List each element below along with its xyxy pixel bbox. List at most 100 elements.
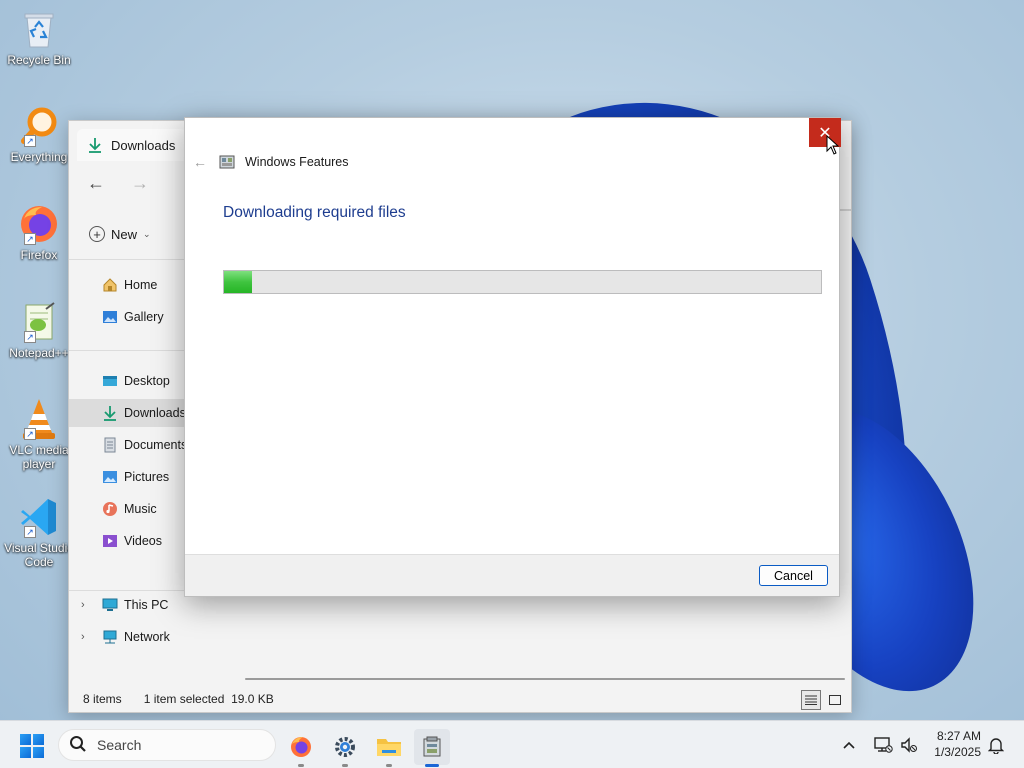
tab-downloads[interactable]: Downloads [77,129,187,161]
active-indicator [425,764,439,767]
toolbar-divider [839,209,851,211]
forward-arrow-icon[interactable]: → [131,173,149,194]
windows-logo-tile [33,747,44,758]
shortcut-arrow-icon: ↗ [24,526,36,538]
navigation-buttons: ← → [87,173,149,194]
chevron-right-icon[interactable]: › [81,599,85,611]
sidebar-label: Downloads [124,406,186,420]
tiles-view-icon[interactable] [825,690,845,710]
sidebar-item-desktop[interactable]: Desktop [69,367,184,395]
taskbar-app-file-explorer[interactable] [371,729,407,767]
new-button[interactable]: + New ⌄ [89,226,151,242]
network-icon [102,629,118,645]
sidebar-label: Network [124,630,170,644]
home-icon [102,277,118,293]
back-arrow-icon[interactable]: ← [87,173,105,194]
chevron-up-icon [843,741,855,749]
clock-date: 1/3/2025 [934,745,981,759]
music-icon [102,501,118,517]
desktop-folder-icon [102,373,118,389]
start-button[interactable] [20,734,44,758]
clock-time: 8:27 AM [936,729,981,743]
desktop-icon-label: Visual Studio Code [4,541,74,569]
desktop-icon-label: Firefox [20,248,58,262]
desktop-icon-everything[interactable]: ↗ Everything [4,105,74,164]
show-hidden-icons-button[interactable] [842,721,856,768]
horizontal-scrollbar[interactable] [245,678,845,680]
sidebar-item-home[interactable]: Home [69,271,184,299]
mouse-pointer-icon [826,134,840,158]
desktop-icon-label: Notepad++ [9,346,69,360]
taskbar-clock[interactable]: 8:27 AM 1/3/2025 [934,728,981,760]
desktop-icon-recycle-bin[interactable]: Recycle Bin [4,8,74,67]
windows-logo-icon [20,734,31,745]
desktop-icon-firefox[interactable]: ↗ Firefox [4,203,74,262]
sidebar-item-videos[interactable]: Videos [69,527,184,555]
chevron-down-icon: ⌄ [143,228,151,239]
sidebar-item-pictures[interactable]: Pictures [69,463,184,491]
network-disconnected-icon [874,737,893,753]
taskbar: Search 8:27 AM 1/3/2025 [0,720,1024,768]
network-status-button[interactable] [873,721,893,768]
taskbar-app-firefox[interactable] [283,729,319,767]
dialog-footer: Cancel [185,554,839,596]
running-indicator [342,764,348,767]
taskbar-search-box[interactable]: Search [58,729,276,761]
file-explorer-icon [377,739,401,756]
sidebar-label: This PC [124,598,169,612]
selection-size: 19.0 KB [231,692,274,706]
details-view-icon[interactable] [801,690,821,710]
windows-logo-tile [33,734,44,745]
everything-search-icon: ↗ [18,105,60,147]
sidebar-label: Videos [124,534,162,548]
vscode-icon: ↗ [18,496,60,538]
sidebar-item-network[interactable]: › Network [69,623,184,651]
windows-features-icon [423,736,441,757]
search-icon [69,735,87,756]
videos-icon [102,533,118,549]
desktop-icon-label: VLC media player [9,443,69,471]
sidebar-label: Documents [124,438,188,452]
chevron-right-icon[interactable]: › [81,631,85,643]
plus-icon: + [89,226,105,242]
shortcut-arrow-icon: ↗ [24,428,36,440]
documents-icon [102,437,118,453]
desktop-icon-notepad-plus-plus[interactable]: ↗ Notepad++ [4,301,74,360]
desktop-icon-vscode[interactable]: ↗ Visual Studio Code [4,496,74,569]
downloads-icon [102,405,118,421]
sidebar-label: Home [124,278,158,292]
gallery-icon [102,309,118,325]
firefox-icon [291,737,311,757]
new-label: New [111,226,138,242]
desktop-icon-vlc[interactable]: ↗ VLC media player [4,398,74,471]
this-pc-icon [102,597,118,613]
desktop-icon-label: Everything [10,150,68,164]
sidebar-item-this-pc[interactable]: › This PC [69,591,184,619]
windows-logo-tile [20,747,31,758]
divider [69,259,184,260]
shortcut-arrow-icon: ↗ [24,233,36,245]
notepad-plus-plus-icon: ↗ [18,301,60,343]
sidebar-item-downloads[interactable]: Downloads [69,399,186,427]
downloads-icon [87,137,103,153]
taskbar-app-settings[interactable] [327,729,363,767]
volume-button[interactable] [900,721,918,768]
notifications-button[interactable] [988,721,1004,768]
running-indicator [386,764,392,767]
taskbar-app-windows-features[interactable] [414,729,450,767]
sidebar-label: Music [124,502,157,516]
sidebar-item-gallery[interactable]: Gallery [69,303,184,331]
recycle-bin-icon [18,8,60,50]
selection-info: 1 item selected 19.0 KB [144,692,274,706]
sidebar-item-documents[interactable]: Documents [69,431,188,459]
tab-label: Downloads [111,137,176,153]
view-switcher [801,690,845,710]
dialog-title-bar: ← Windows Features [193,154,349,170]
back-arrow-icon[interactable]: ← [193,154,209,170]
settings-icon [335,737,355,757]
shortcut-arrow-icon: ↗ [24,331,36,343]
cancel-button[interactable]: Cancel [759,565,828,586]
windows-features-icon [219,154,235,170]
sidebar-item-music[interactable]: Music [69,495,184,523]
download-progress-bar [223,270,822,294]
